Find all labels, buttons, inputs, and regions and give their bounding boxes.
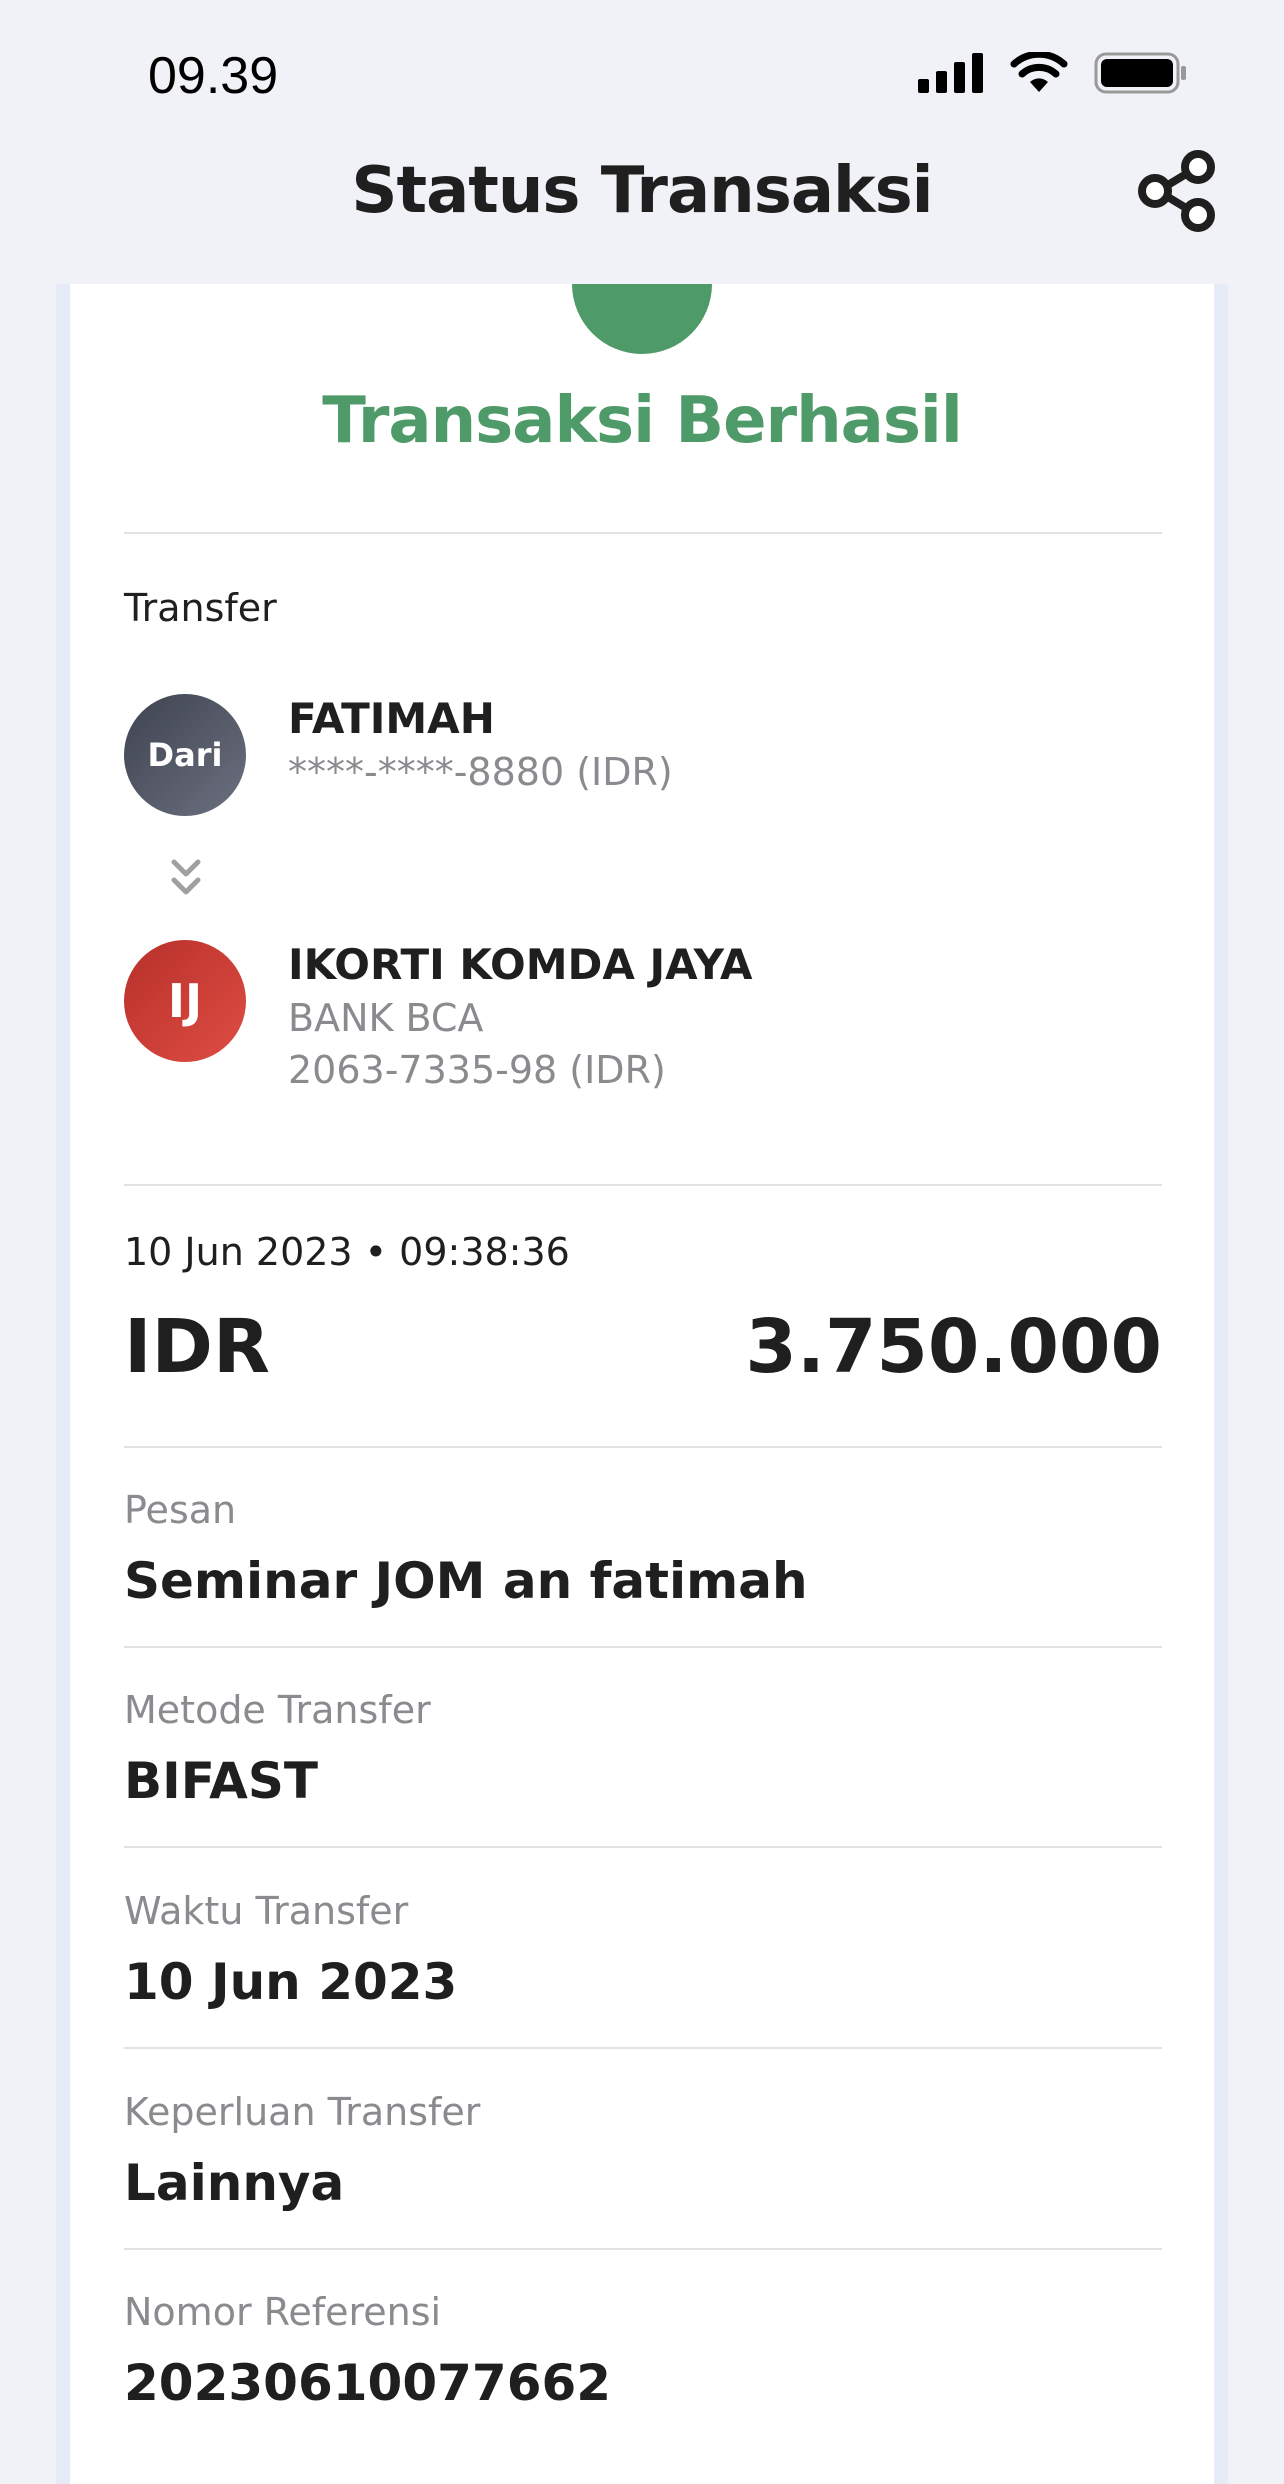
sender-avatar: Dari (124, 694, 246, 816)
transfer-section-label: Transfer (124, 586, 277, 630)
app-header: Status Transaksi (0, 140, 1284, 282)
status-icons (918, 52, 1188, 94)
detail-value-message: Seminar JOM an fatimah (124, 1552, 808, 1610)
transaction-status-title: Transaksi Berhasil (322, 384, 963, 458)
detail-value-time: 10 Jun 2023 (124, 1953, 458, 2011)
amount-value: 3.750.000 (745, 1304, 1162, 1390)
success-icon (572, 284, 712, 354)
divider (124, 1446, 1162, 1448)
recipient-name: IKORTI KOMDA JAYA (288, 940, 753, 989)
divider (124, 1184, 1162, 1186)
recipient-account: 2063-7335-98 (IDR) (288, 1048, 666, 1092)
detail-label-time: Waktu Transfer (124, 1889, 409, 1933)
detail-label-reference: Nomor Referensi (124, 2290, 442, 2334)
share-icon (1138, 150, 1215, 232)
detail-label-message: Pesan (124, 1488, 237, 1532)
wifi-icon (1010, 52, 1068, 92)
detail-label-purpose: Keperluan Transfer (124, 2090, 481, 2134)
double-chevron-down-icon (171, 859, 201, 895)
page-title: Status Transaksi (351, 154, 933, 228)
divider (124, 2047, 1162, 2049)
detail-value-method: BIFAST (124, 1752, 318, 1810)
share-button[interactable] (1134, 148, 1220, 234)
detail-value-reference: 20230610077662 (124, 2354, 612, 2412)
detail-label-method: Metode Transfer (124, 1688, 431, 1732)
divider (124, 532, 1162, 534)
transaction-card: Transaksi Berhasil Transfer Dari FATIMAH… (70, 284, 1214, 2484)
transaction-datetime: 10 Jun 2023 • 09:38:36 (124, 1230, 570, 1274)
status-time: 09.39 (148, 47, 279, 105)
cellular-signal-icon (918, 53, 983, 93)
detail-value-purpose: Lainnya (124, 2154, 345, 2212)
sender-name: FATIMAH (288, 694, 495, 743)
divider (124, 1846, 1162, 1848)
recipient-avatar: IJ (124, 940, 246, 1062)
divider (124, 2248, 1162, 2250)
sender-account: ****-****-8880 (IDR) (288, 750, 673, 794)
recipient-bank: BANK BCA (288, 996, 484, 1040)
status-bar: 09.39 (0, 0, 1284, 140)
amount-currency: IDR (124, 1304, 270, 1390)
battery-icon (1094, 52, 1186, 94)
divider (124, 1646, 1162, 1648)
